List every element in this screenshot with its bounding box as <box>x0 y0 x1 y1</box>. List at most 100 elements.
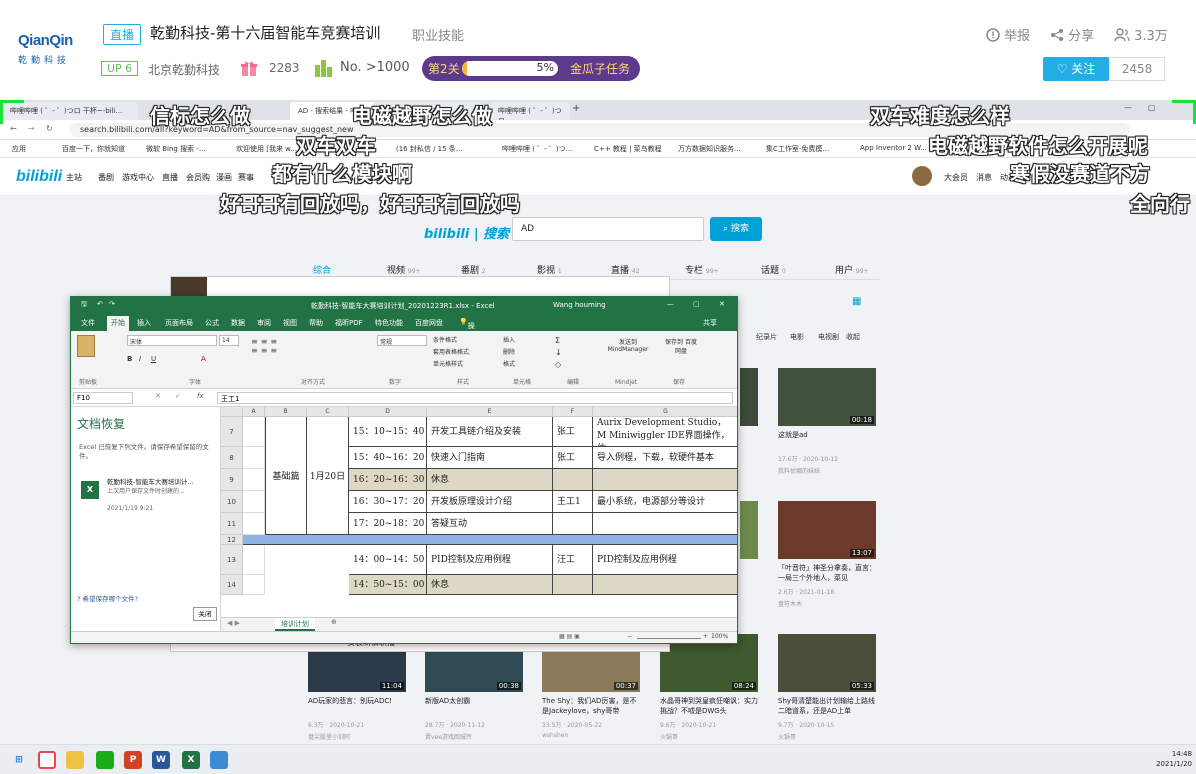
wechat-icon[interactable] <box>96 751 114 769</box>
grid-cell[interactable]: 张工 <box>553 447 593 469</box>
menu-formulas[interactable]: 公式 <box>205 318 219 328</box>
column-header[interactable]: D <box>349 407 427 417</box>
grid-cell[interactable]: 休息 <box>427 469 553 491</box>
search-input[interactable]: AD <box>512 217 704 241</box>
follow-button[interactable]: ♡ 关注 <box>1043 57 1109 81</box>
powerpoint-icon[interactable]: P <box>124 751 142 769</box>
result-tab[interactable]: 视频 99+ <box>387 263 421 276</box>
cell-style-button[interactable]: 单元格样式 <box>433 359 469 371</box>
grid-view-icon[interactable]: ▦ <box>852 296 861 307</box>
column-header[interactable]: E <box>427 407 553 417</box>
bookmark[interactable]: 百度一下，你就知道 <box>62 144 125 154</box>
menu-view[interactable]: 视图 <box>283 318 297 328</box>
grid-cell[interactable]: 王工1 <box>553 491 593 513</box>
menu-insert[interactable]: 插入 <box>137 318 151 328</box>
excel-user[interactable]: Wang houming <box>553 301 606 309</box>
recovery-help-link[interactable]: ? 希望保存哪个文件? <box>77 593 138 603</box>
sheet-nav-icon[interactable]: ◀ ▶ <box>227 619 240 627</box>
video-title[interactable]: 新版AD太创霸 <box>425 696 523 716</box>
menu-help[interactable]: 帮助 <box>309 318 323 328</box>
file-explorer-icon[interactable] <box>66 751 84 769</box>
column-header[interactable]: G <box>593 407 737 417</box>
view-mode-icons[interactable]: ▦ ▤ ▣ <box>559 633 580 640</box>
filter-item[interactable]: 收起 <box>846 332 860 342</box>
zoom-out-icon[interactable]: − <box>627 633 632 640</box>
back-icon[interactable]: ← <box>10 124 17 133</box>
close-icon[interactable]: ✕ <box>719 300 725 308</box>
undo-icon[interactable]: ↶ <box>97 300 103 308</box>
excel-icon[interactable]: X <box>182 751 200 769</box>
filter-item[interactable]: 纪录片 <box>756 332 777 342</box>
column-header[interactable]: F <box>553 407 593 417</box>
video-title[interactable]: Shy哥清楚能出计划输给上路线二暗道系，还是AD上单 <box>778 696 876 716</box>
bookmark[interactable]: (16 封私信 / 15 条... <box>396 144 462 154</box>
result-tab[interactable]: 话题 0 <box>761 263 786 276</box>
browser-tab[interactable]: 哔哩哔哩 ( ゜- ゜)つロ... <box>490 102 570 125</box>
grid-cell[interactable] <box>243 491 265 513</box>
grid-cell[interactable] <box>553 513 593 535</box>
grid-cell[interactable] <box>243 417 265 447</box>
grid-cell[interactable] <box>243 575 265 595</box>
underline-button[interactable]: U <box>151 355 156 363</box>
bookmark[interactable]: 欢迎使用 [我来 w... <box>236 144 297 154</box>
video-author[interactable]: 盘尖股里小训阿 <box>308 732 406 741</box>
grid-cell[interactable]: 张工 <box>553 417 593 447</box>
app-icon[interactable] <box>210 751 228 769</box>
nav-item[interactable]: 赛事 <box>238 172 254 183</box>
bookmark[interactable]: 微软 Bing 搜索 -... <box>146 144 206 154</box>
minimize-icon[interactable]: — <box>667 300 674 308</box>
rank-text[interactable]: No. >1000 <box>340 60 410 75</box>
zoom-in-icon[interactable]: + <box>703 633 708 640</box>
result-tab[interactable]: 用户 99+ <box>835 263 869 276</box>
result-tab[interactable]: 影视 1 <box>537 263 562 276</box>
bold-button[interactable]: B <box>127 355 132 363</box>
grid-cell[interactable] <box>243 513 265 535</box>
grid-cell[interactable] <box>593 513 737 535</box>
column-header[interactable]: C <box>307 407 349 417</box>
video-card[interactable]: 13:07 「叶音符」神圣分拿奏，直言：一局三个外地人，菜见 2.6万 · 20… <box>778 501 876 608</box>
send-to-mindmanager[interactable]: 发送到 MindManager <box>603 337 653 353</box>
row-header[interactable]: 10 <box>221 491 243 513</box>
sheet-tab[interactable]: 培训计划 <box>275 618 315 631</box>
grid-cell[interactable] <box>553 575 593 595</box>
filter-item[interactable]: 电影 <box>790 332 804 342</box>
video-title[interactable]: AD玩家的悲言：别玩ADC! <box>308 696 406 716</box>
video-title[interactable]: The Shy：我们AD厉害，是不是Jackeylove，shy哥带 <box>542 696 640 716</box>
report-button[interactable]: 举报 <box>986 25 1030 44</box>
reload-icon[interactable]: ↻ <box>46 124 53 133</box>
bookmark[interactable]: C++ 教程 | 菜鸟教程 <box>594 144 662 154</box>
bookmark[interactable]: 应用 <box>12 144 26 154</box>
grid-cell[interactable]: 16：30~17：20 <box>349 491 427 513</box>
formula-input[interactable]: 王工1 <box>217 392 733 404</box>
excel-window[interactable]: 🖫 ↶ ↷ 乾勤科技-智能车大赛培训计划_20201223R1.xlsx - E… <box>70 296 738 644</box>
grid-cell[interactable] <box>243 447 265 469</box>
row-header[interactable]: 14 <box>221 575 243 595</box>
nav-right-item[interactable]: 大会员 <box>944 172 968 183</box>
bookmark[interactable]: 万方数据知识服务... <box>678 144 741 154</box>
result-tab[interactable]: 综合 <box>313 263 331 276</box>
font-size-select[interactable]: 14 <box>219 335 239 346</box>
menu-share[interactable]: 共享 <box>703 318 717 328</box>
row-header[interactable]: 12 <box>221 535 243 545</box>
bilibili-logo[interactable]: bilibili <box>16 168 62 186</box>
chrome-icon[interactable] <box>38 751 56 769</box>
grid-cell[interactable]: 17：20~18：20 <box>349 513 427 535</box>
grid-cell[interactable]: 最小系统，电源部分等设计 <box>593 491 737 513</box>
menu-foxit-pdf[interactable]: 福昕PDF <box>335 318 363 328</box>
row-header[interactable]: 9 <box>221 469 243 491</box>
grid-cell[interactable]: 快速入门指南 <box>427 447 553 469</box>
menu-features[interactable]: 特色功能 <box>375 318 403 328</box>
menu-file[interactable]: 文件 <box>81 318 95 328</box>
number-format-select[interactable]: 常规 <box>377 335 427 346</box>
date-cell[interactable]: 1月20日 <box>307 417 349 535</box>
maximize-icon[interactable]: ▢ <box>693 300 700 308</box>
redo-icon[interactable]: ↷ <box>109 300 115 308</box>
taskbar-clock[interactable]: 14:48 2021/1/20 <box>1148 749 1192 769</box>
nav-item[interactable]: 主站 <box>66 172 82 183</box>
avatar[interactable] <box>912 166 932 186</box>
grid-cell[interactable]: 14：50~15：00 <box>349 575 427 595</box>
result-tab[interactable]: 番剧 2 <box>461 263 486 276</box>
grid-cell[interactable]: 15：10~15：40 <box>349 417 427 447</box>
grid-cell[interactable]: 16：20~16：30 <box>349 469 427 491</box>
grid-cell[interactable]: 汪工 <box>553 545 593 575</box>
